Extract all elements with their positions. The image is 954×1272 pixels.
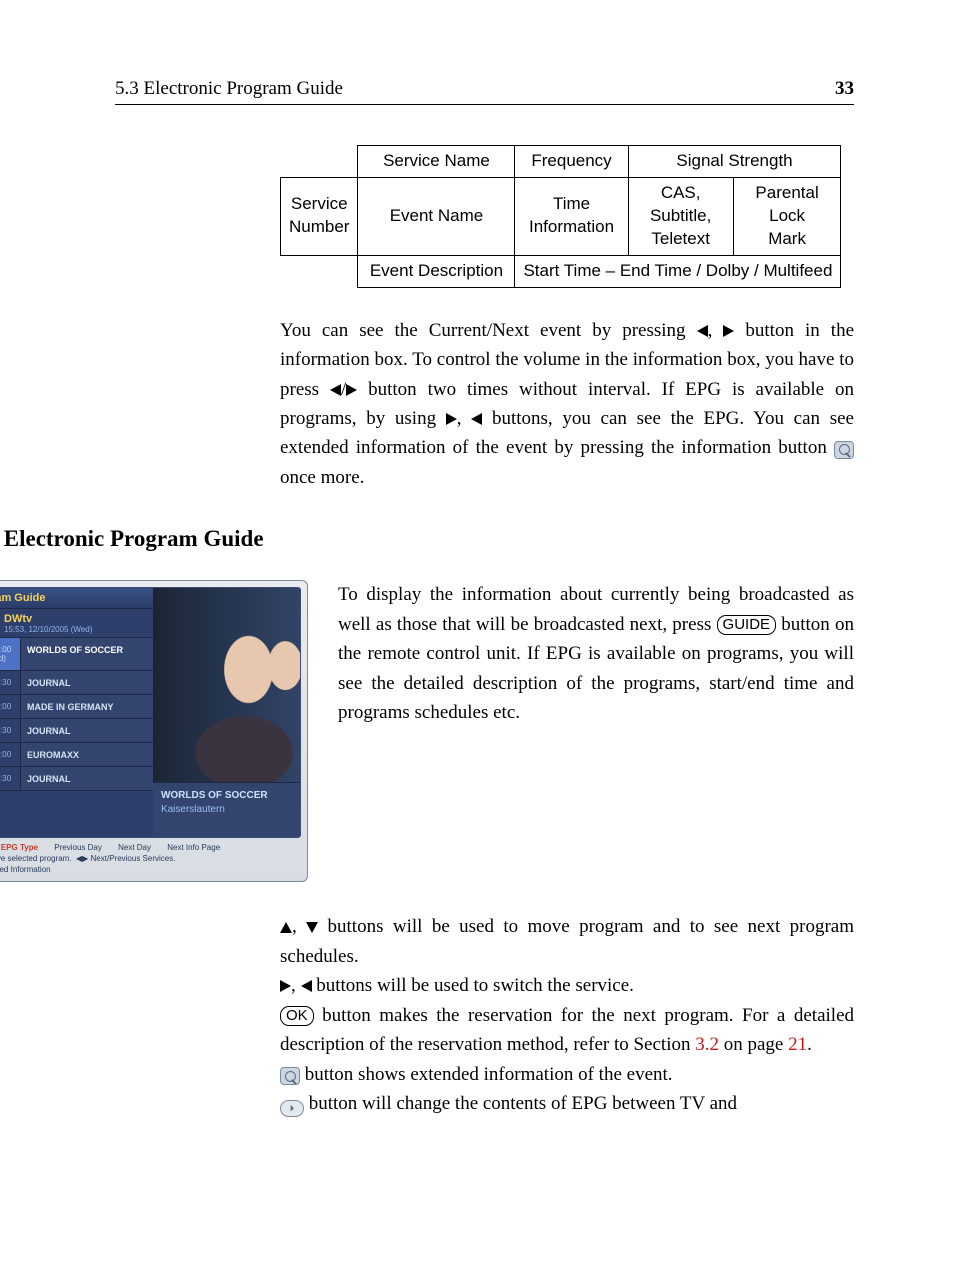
down-arrow-icon	[306, 922, 318, 933]
info-box-layout-table: Service Name Frequency Signal Strength S…	[280, 145, 841, 288]
cell-event-name: Event Name	[358, 177, 515, 255]
xref-page[interactable]: 21	[788, 1034, 807, 1055]
epg-screenshot-figure: Program Guide 65 DWtv 15:53, 12/10/2005 …	[0, 580, 308, 882]
cell-service-number: Service Number	[281, 177, 358, 255]
left-arrow-icon	[697, 325, 708, 337]
tv-radio-button-icon: ⏵	[280, 1100, 304, 1117]
button-explanations: , buttons will be used to move program a…	[280, 912, 854, 1118]
epg-detail-panel: WORLDS OF SOCCER Kaiserslautern	[153, 782, 300, 837]
info-button-icon	[280, 1067, 300, 1085]
section-heading: 5.3 Electronic Program Guide	[0, 526, 854, 552]
epg-program-row: 17:30 ~ 18:00EUROMAXX	[0, 743, 153, 767]
epg-program-row: 16:30 ~ 17:00MADE IN GERMANY	[0, 695, 153, 719]
cell-signal-strength: Signal Strength	[628, 146, 841, 178]
paragraph-info-box: You can see the Current/Next event by pr…	[280, 316, 854, 493]
cell-event-desc: Event Description	[358, 255, 515, 287]
epg-program-row: 17:00 ~ 17:30JOURNAL	[0, 719, 153, 743]
epg-title: Program Guide	[0, 588, 153, 609]
right-arrow-icon	[723, 325, 734, 337]
right-arrow-icon	[280, 980, 291, 992]
left-arrow-icon	[330, 384, 341, 396]
cell-frequency: Frequency	[515, 146, 628, 178]
cell-service-name: Service Name	[358, 146, 515, 178]
ok-key: OK	[280, 1006, 314, 1026]
left-arrow-icon	[471, 413, 482, 425]
info-button-icon	[834, 441, 854, 459]
epg-program-row: 16:00 ~ 16:30JOURNAL	[0, 671, 153, 695]
page-number: 33	[835, 78, 854, 100]
xref-section[interactable]: 3.2	[695, 1034, 719, 1055]
epg-program-row: 18:00 ~ 18:30JOURNAL	[0, 767, 153, 791]
cell-time-info: Time Information	[515, 177, 628, 255]
epg-datetime: 15:53, 12/10/2005 (Wed)	[4, 625, 92, 634]
paragraph-epg-intro: To display the information about current…	[338, 580, 854, 727]
right-arrow-icon	[346, 384, 357, 396]
left-arrow-icon	[301, 980, 312, 992]
epg-hint-bar: Toggle EPG Type Previous Day Next Day Ne…	[0, 838, 301, 876]
cell-cas: CAS, Subtitle, Teletext	[628, 177, 733, 255]
running-head: 5.3 Electronic Program Guide	[115, 78, 343, 100]
right-arrow-icon	[446, 413, 457, 425]
epg-service-name: DWtv	[4, 613, 92, 625]
cell-timebar: Start Time – End Time / Dolby / Multifee…	[515, 255, 841, 287]
up-arrow-icon	[280, 922, 292, 933]
epg-program-row: 15:30 ~ 16:0012/10 (Wed)WORLDS OF SOCCER	[0, 638, 153, 671]
cell-parental: Parental Lock Mark	[733, 177, 841, 255]
epg-video-preview	[153, 588, 300, 781]
guide-key: GUIDE	[717, 615, 777, 635]
